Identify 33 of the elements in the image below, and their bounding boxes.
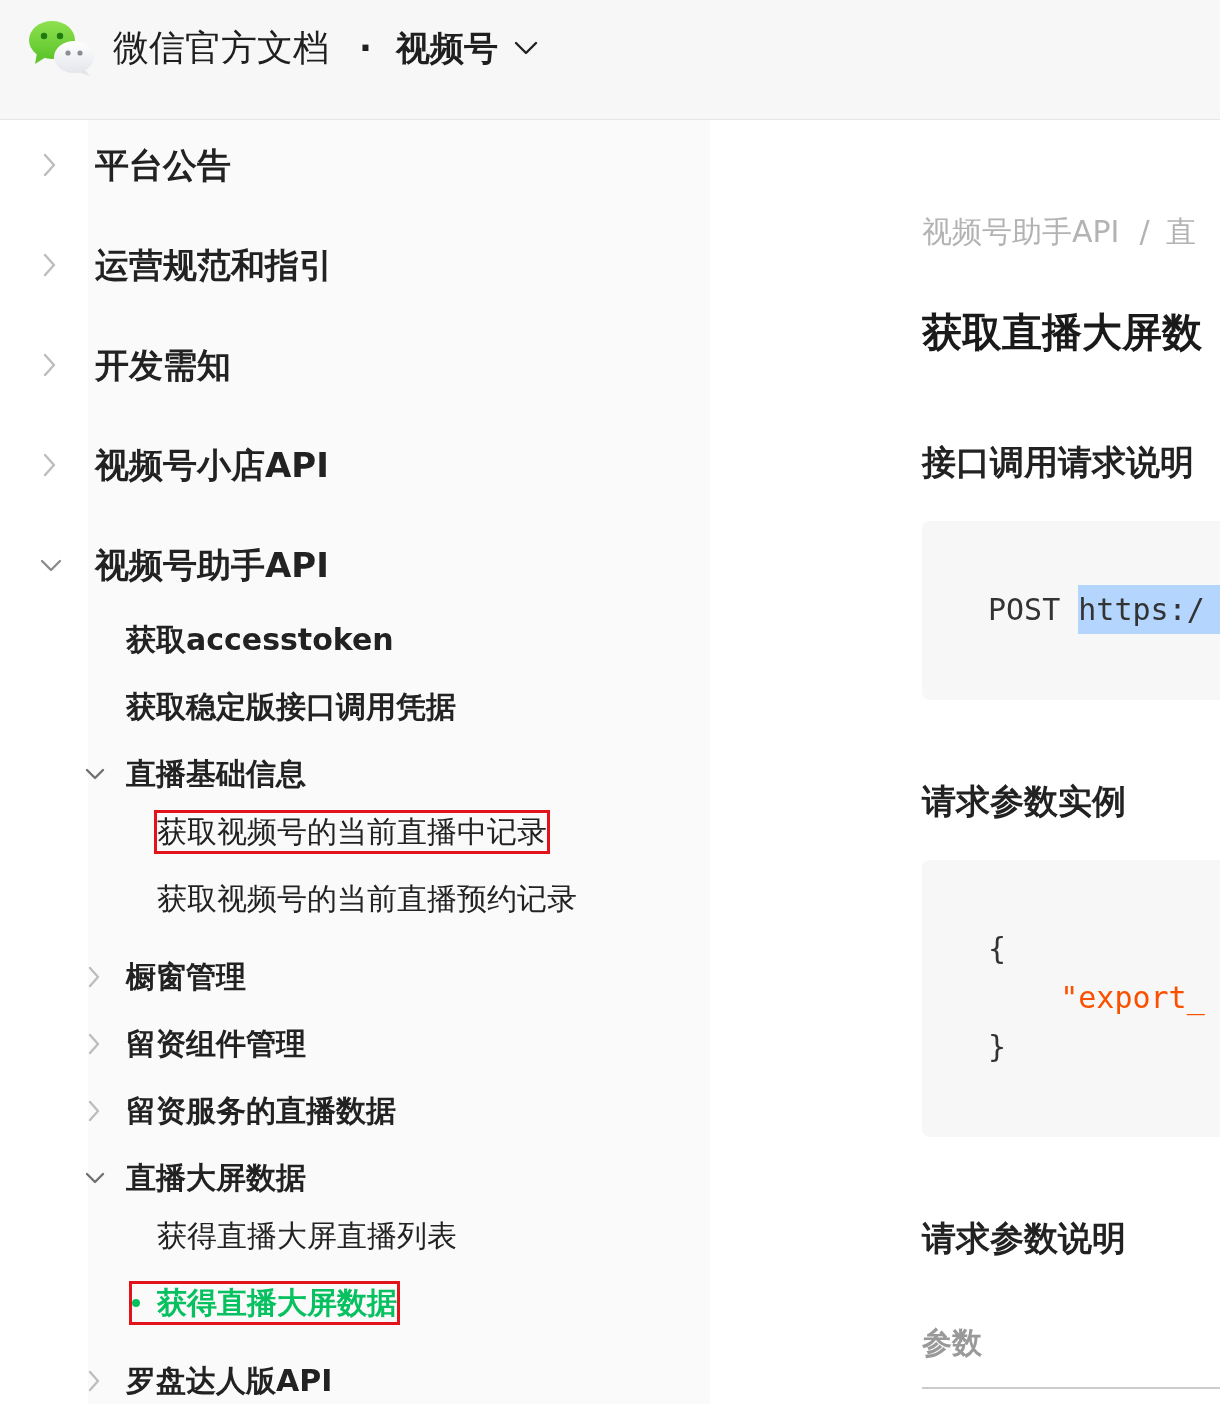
title-separator: · <box>359 26 372 70</box>
page-title: 获取直播大屏数 <box>922 308 1203 357</box>
sidebar-item[interactable]: 橱窗管理 <box>85 958 246 996</box>
site-title: 微信官方文档 <box>113 25 329 70</box>
sidebar-item[interactable]: 获取视频号的当前直播预约记录 <box>157 880 577 918</box>
selected-code-text: https:/ <box>1078 585 1220 634</box>
code-punctuation: } <box>988 1028 1007 1066</box>
sidebar-item[interactable]: 运营规范和指引 <box>40 245 333 285</box>
sidebar-item[interactable]: 平台公告 <box>40 145 231 185</box>
column-header: 参数 <box>922 1324 982 1362</box>
caret-icon <box>513 40 538 55</box>
section-switcher[interactable]: 视频号 <box>395 25 538 70</box>
sidebar-item[interactable]: 直播基础信息 <box>85 755 306 793</box>
code-keyword: POST <box>988 591 1061 629</box>
code-punctuation: { <box>988 930 1007 968</box>
section-heading: 请求参数说明 <box>922 1217 1127 1260</box>
chat-bubbles-logo <box>28 19 96 76</box>
sidebar-item[interactable]: 视频号助手API <box>40 545 329 585</box>
sidebar-item[interactable]: 获取accesstoken <box>85 621 394 659</box>
sidebar-item[interactable]: 获得直播大屏直播列表 <box>157 1217 457 1255</box>
dot-icon <box>132 1299 140 1307</box>
sidebar-item[interactable]: 留资组件管理 <box>85 1025 306 1063</box>
sidebar-item[interactable]: 获取稳定版接口调用凭据 <box>85 688 456 726</box>
sidebar-item[interactable]: 视频号小店API <box>40 445 329 485</box>
section-heading: 接口调用请求说明 <box>922 441 1195 484</box>
breadcrumb-separator: / <box>1139 213 1150 251</box>
sidebar-item[interactable]: 获取视频号的当前直播中记录 <box>157 813 547 851</box>
sidebar-item[interactable]: 罗盘达人版API <box>85 1362 333 1400</box>
sidebar-item[interactable]: 留资服务的直播数据 <box>85 1092 396 1130</box>
code-string: "export_ <box>1059 979 1205 1018</box>
sidebar-item[interactable]: 开发需知 <box>40 345 231 385</box>
sidebar-item[interactable]: 直播大屏数据 <box>85 1159 306 1197</box>
section-heading: 请求参数实例 <box>922 780 1127 823</box>
